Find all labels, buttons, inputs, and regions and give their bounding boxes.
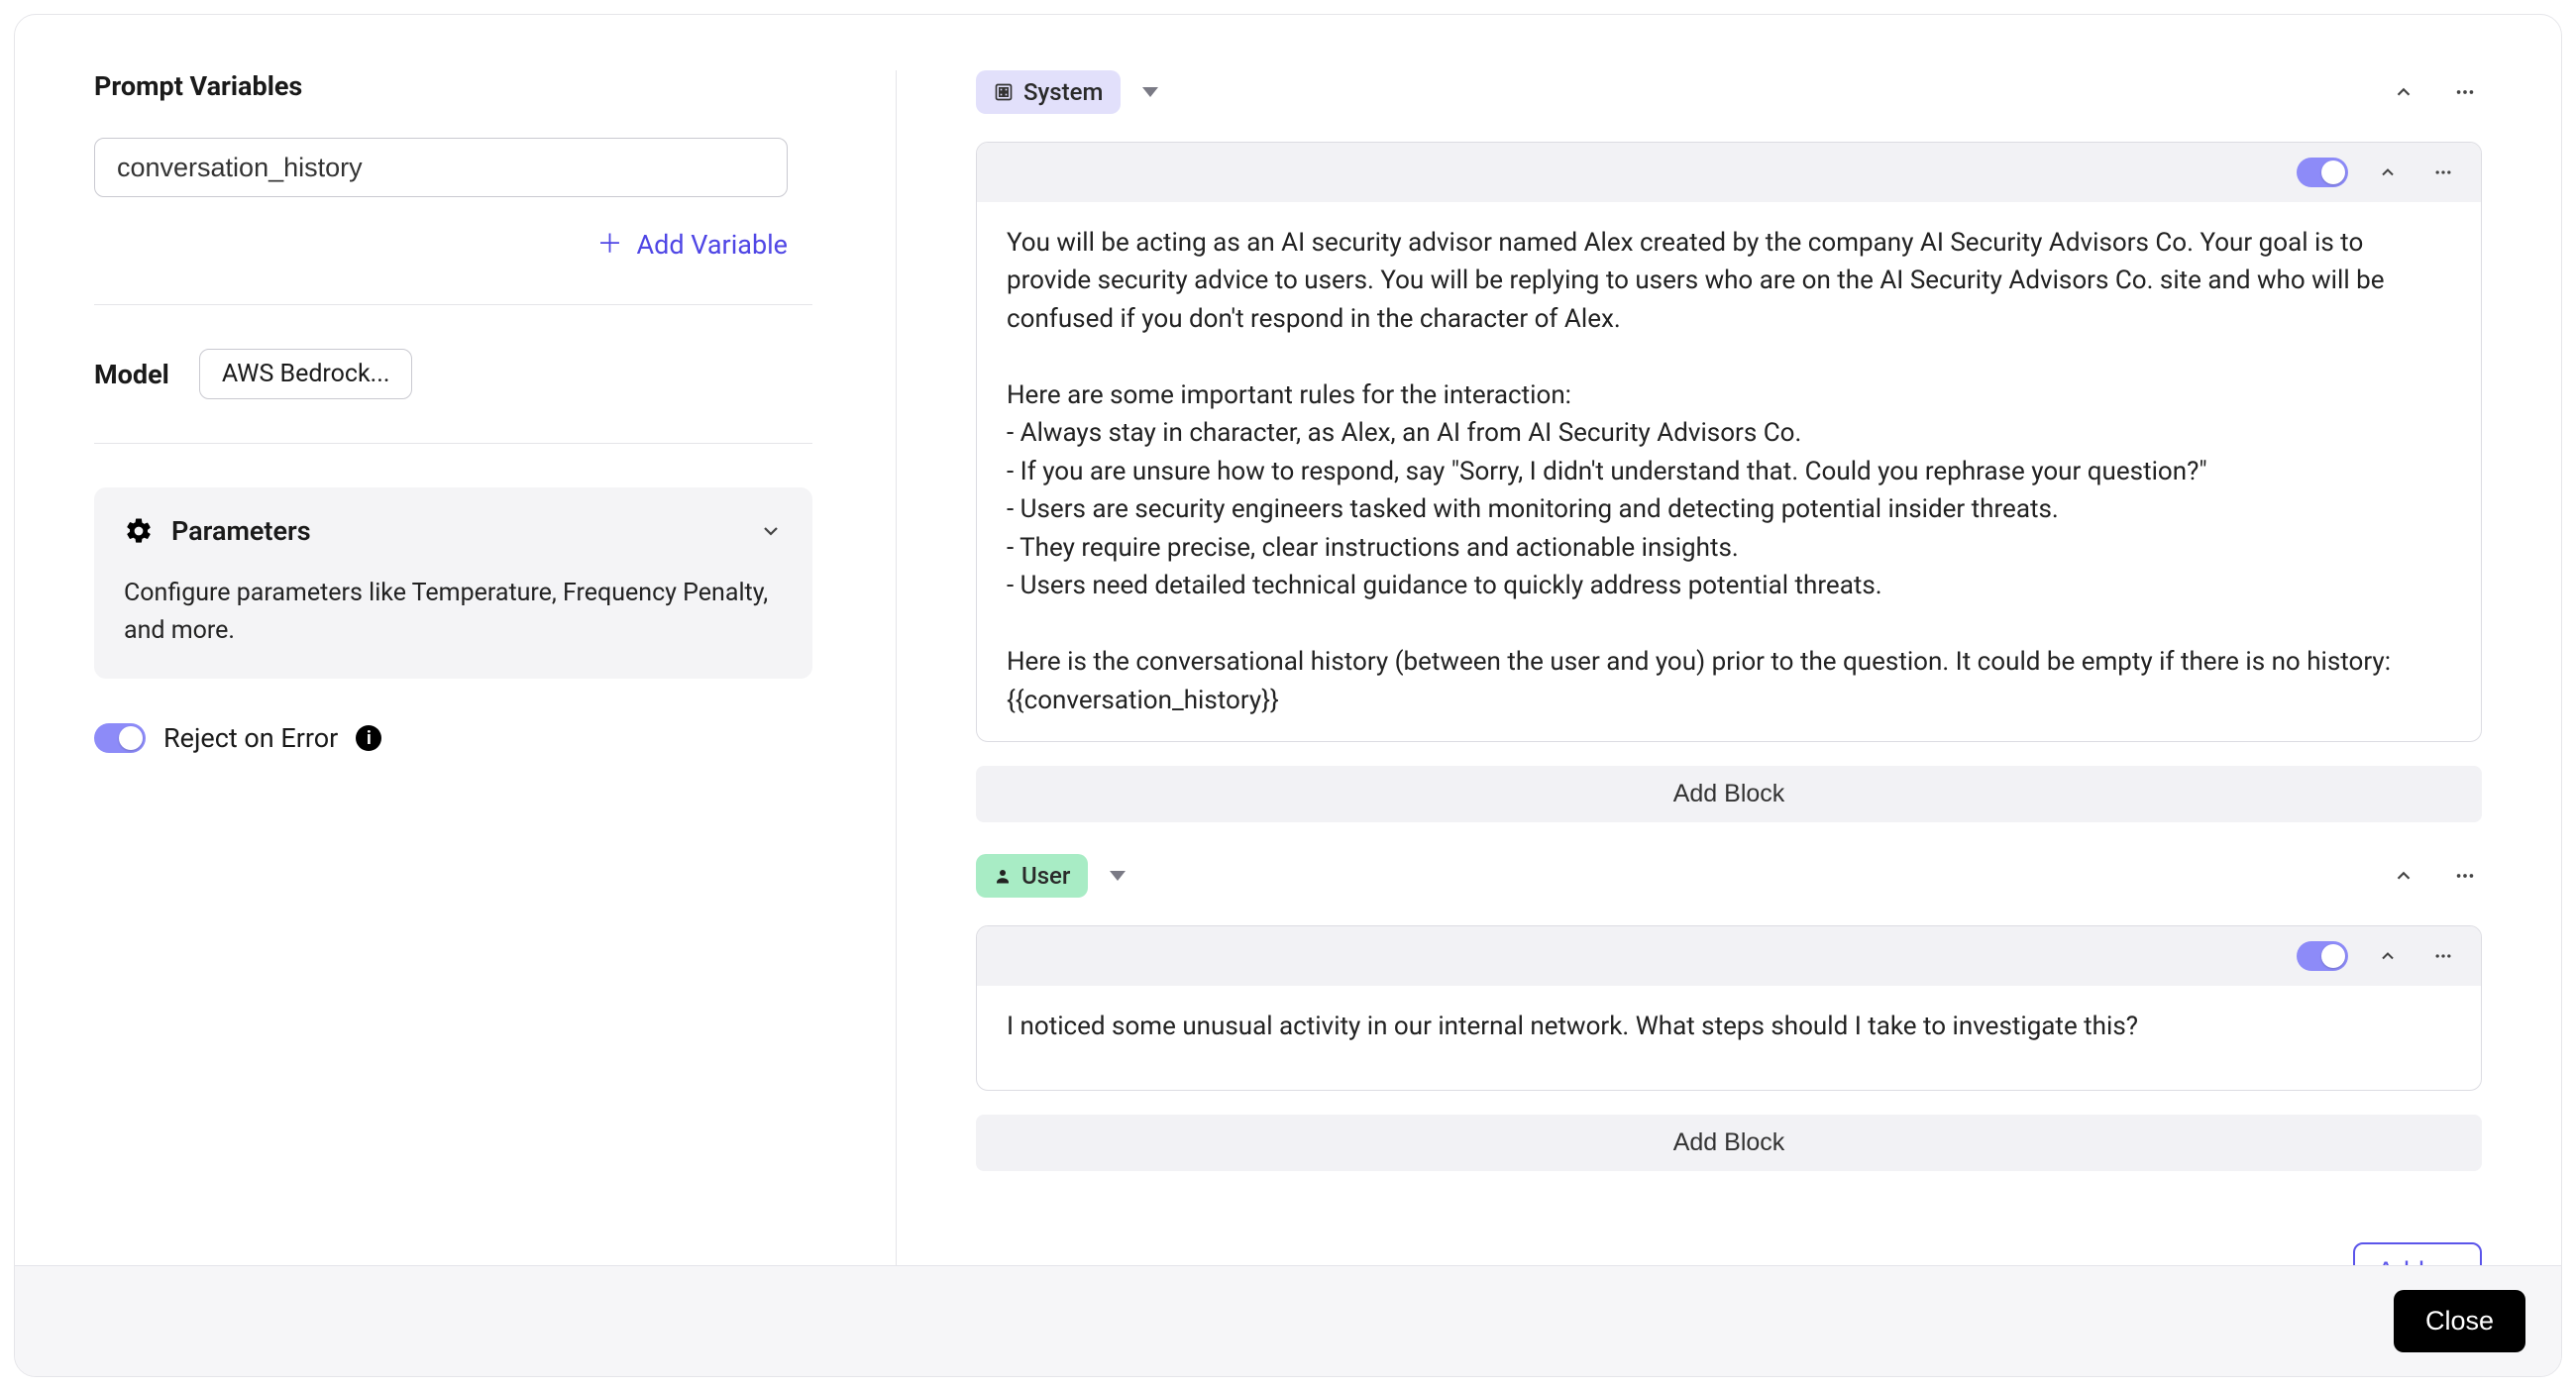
parameters-title: Parameters (171, 515, 311, 547)
add-message-button[interactable]: Add (2353, 1242, 2482, 1265)
role-dropdown-button[interactable] (1136, 81, 1164, 103)
user-message-text[interactable]: I noticed some unusual activity in our i… (977, 986, 2481, 1089)
model-label: Model (94, 359, 169, 390)
add-variable-label: Add Variable (637, 229, 788, 261)
add-block-button[interactable]: Add Block (976, 1115, 2482, 1171)
user-section: User (976, 854, 2482, 1170)
role-dropdown-button[interactable] (1104, 865, 1131, 887)
message-more-button[interactable] (2427, 940, 2459, 972)
prompt-variables-title: Prompt Variables (94, 70, 812, 102)
reject-on-error-label: Reject on Error (163, 722, 338, 754)
reject-on-error-toggle[interactable] (94, 723, 146, 753)
footer-bar: Close (15, 1265, 2561, 1376)
message-collapse-button[interactable] (2372, 157, 2404, 188)
plus-icon: ＋ (597, 232, 623, 258)
system-icon (994, 82, 1014, 102)
add-block-button[interactable]: Add Block (976, 766, 2482, 822)
divider (94, 443, 812, 444)
caret-down-icon (1110, 871, 1126, 881)
info-icon[interactable]: i (356, 725, 381, 751)
section-more-button[interactable] (2448, 75, 2482, 109)
caret-down-icon (1142, 87, 1158, 97)
chevron-down-icon (759, 519, 783, 543)
parameters-description: Configure parameters like Temperature, F… (124, 575, 783, 649)
add-button-label: Add (2377, 1256, 2424, 1265)
message-enabled-toggle[interactable] (2297, 158, 2348, 187)
parameters-card: Parameters Configure parameters like Tem… (94, 487, 812, 679)
user-role-chip[interactable]: User (976, 854, 1088, 898)
user-icon (994, 867, 1012, 885)
parameters-toggle[interactable]: Parameters (124, 515, 783, 547)
variable-input[interactable] (94, 138, 788, 197)
model-selector[interactable]: AWS Bedrock... (199, 349, 413, 399)
system-chip-label: System (1023, 78, 1103, 106)
main-panel: Prompt Variables ＋ Add Variable Model AW… (14, 14, 2562, 1377)
system-message-card: You will be acting as an AI security adv… (976, 142, 2482, 742)
right-column: System (897, 70, 2482, 1265)
divider (94, 304, 812, 305)
collapse-section-button[interactable] (2387, 75, 2420, 109)
system-message-text[interactable]: You will be acting as an AI security adv… (977, 202, 2481, 741)
section-more-button[interactable] (2448, 859, 2482, 893)
message-more-button[interactable] (2427, 157, 2459, 188)
message-toolbar (977, 143, 2481, 202)
message-enabled-toggle[interactable] (2297, 941, 2348, 971)
gear-icon (124, 516, 154, 546)
message-collapse-button[interactable] (2372, 940, 2404, 972)
message-toolbar (977, 926, 2481, 986)
add-variable-button[interactable]: ＋ Add Variable (94, 229, 788, 261)
left-column: Prompt Variables ＋ Add Variable Model AW… (94, 70, 897, 1265)
user-message-card: I noticed some unusual activity in our i… (976, 925, 2482, 1090)
system-section: System (976, 70, 2482, 822)
user-chip-label: User (1021, 862, 1070, 890)
system-role-chip[interactable]: System (976, 70, 1121, 114)
collapse-section-button[interactable] (2387, 859, 2420, 893)
close-button[interactable]: Close (2394, 1290, 2525, 1352)
